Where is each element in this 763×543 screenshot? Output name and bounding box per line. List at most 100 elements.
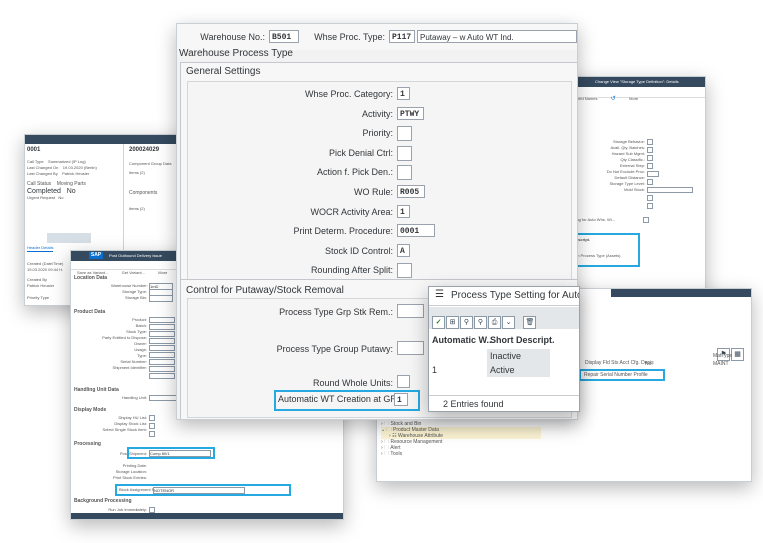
popup-table: Automatic W..Short Descript. Inactive 1 A… xyxy=(429,331,579,377)
storage-checkbox[interactable] xyxy=(647,179,653,185)
table-icon[interactable]: ▦ xyxy=(731,348,744,361)
general-field-label: Pick Denial Ctrl: xyxy=(328,147,393,158)
tree-item[interactable]: › 🗀 Tools xyxy=(381,451,541,457)
usage-input[interactable] xyxy=(149,352,175,358)
key-header: Warehouse No.: B501 Whse Proc. Type: P11… xyxy=(177,24,577,50)
control-title: Control for Putaway/Stock Removal xyxy=(186,285,344,296)
popup-toolbar: ✓ ⊞ ⚲ ⚲ ⎙ ⌄ 🗑 xyxy=(429,307,579,329)
storage-checkbox[interactable] xyxy=(647,203,653,209)
storage-checkbox[interactable] xyxy=(647,139,653,145)
general-field-input[interactable]: 1 xyxy=(397,204,410,218)
proc-type-field[interactable]: P117 xyxy=(389,30,415,43)
descr-item[interactable]: tion Process Type (Assets) xyxy=(573,253,621,259)
display-checkboxes xyxy=(149,415,155,437)
display-stock-checkbox[interactable] xyxy=(149,423,155,429)
party-input[interactable] xyxy=(149,338,175,344)
shipment-input[interactable] xyxy=(149,373,175,379)
menu-item-display-fld[interactable]: Display Fld Sts Acct Cfg. Decis xyxy=(585,360,654,366)
post-shipment-input[interactable]: Comp 80/1 xyxy=(149,450,211,457)
completed-value: No xyxy=(66,188,76,195)
page-title: Warehouse Process Type xyxy=(179,48,293,59)
storage-checkbox[interactable] xyxy=(647,147,653,153)
warehouse-field[interactable]: B501 xyxy=(269,30,299,43)
general-field-label: Activity: xyxy=(361,108,393,119)
tab-header-details[interactable]: Header Details xyxy=(27,245,54,252)
more-button[interactable]: More xyxy=(158,270,167,275)
automatic-wt-label: Automatic WT Creation at GR: xyxy=(278,394,400,404)
delete-icon[interactable]: 🗑 xyxy=(523,316,537,329)
general-field-input[interactable] xyxy=(397,263,412,279)
owner-input[interactable] xyxy=(149,345,175,351)
general-field-label: Print Determ. Procedure: xyxy=(293,226,393,237)
batch-input[interactable] xyxy=(149,324,175,330)
entries-found: 2 Entries found xyxy=(429,395,579,411)
add-icon[interactable]: ⊞ xyxy=(446,316,459,329)
search-more-icon[interactable]: ⚲ xyxy=(474,316,487,329)
general-field-input[interactable]: 1 xyxy=(397,87,410,100)
table-row[interactable]: Inactive xyxy=(429,349,579,363)
setting-checkbox[interactable] xyxy=(643,217,649,223)
field-hu-label: Handling Unit: xyxy=(121,395,147,400)
process-type-group-putaway-input[interactable] xyxy=(397,341,424,355)
field-storage-bin-label: Storage Bin: xyxy=(124,295,147,300)
storage-input[interactable] xyxy=(647,171,659,177)
block-assignment-input[interactable]: NOTENOR xyxy=(153,487,245,494)
popup-header: ☰ Process Type Setting for Autom xyxy=(429,287,579,306)
warehouse-label: Warehouse No.: xyxy=(200,32,265,42)
automatic-wt-highlight: Automatic WT Creation at GR: 1 xyxy=(274,390,420,411)
storage-labels: Storage Behavior: Avail. Qty. Batches: H… xyxy=(577,139,645,193)
print-icon[interactable]: ⎙ xyxy=(488,316,501,329)
product-inputs xyxy=(149,317,175,379)
menu-item-repair-serial[interactable]: Repair Serial Number Profile xyxy=(584,372,648,378)
stock-type-input[interactable] xyxy=(149,331,175,337)
general-field-label: Whse Proc. Category: xyxy=(304,89,393,99)
refresh-icon[interactable]: ↺ xyxy=(611,96,616,102)
section-background: Background Processing xyxy=(74,498,132,504)
confirm-icon[interactable]: ✓ xyxy=(432,316,445,329)
product-input[interactable] xyxy=(149,317,175,323)
field-names-button[interactable]: Field Names xyxy=(575,96,597,101)
post-shipment-highlight: Comp 80/1 xyxy=(127,447,215,459)
menu-icon[interactable]: ☰ xyxy=(435,289,444,300)
process-type-grp-stk-input[interactable] xyxy=(397,304,424,318)
general-field-label: Rounding After Split: xyxy=(310,265,393,276)
table-row[interactable]: 1 Active xyxy=(429,363,579,377)
storage-checkbox[interactable] xyxy=(647,195,653,201)
type-input[interactable] xyxy=(149,359,175,365)
general-field-input[interactable]: 0001 xyxy=(397,224,435,238)
row-key: 1 xyxy=(432,365,438,375)
storage-bin-input[interactable] xyxy=(149,295,173,302)
general-field-input[interactable] xyxy=(397,126,412,142)
general-field-label: Priority: xyxy=(362,128,393,139)
general-field-input[interactable]: R005 xyxy=(397,185,425,198)
dropdown-icon[interactable]: ⌄ xyxy=(502,316,515,329)
general-field-input[interactable] xyxy=(397,165,412,181)
serial-input[interactable] xyxy=(149,366,175,372)
round-whole-units-checkbox[interactable] xyxy=(397,375,410,388)
display-hu-checkbox[interactable] xyxy=(149,415,155,421)
field-print-stock-label: Print Stock Entries: xyxy=(112,475,147,480)
col-maint: MAINT xyxy=(713,361,729,367)
completed-label: Completed xyxy=(27,188,61,195)
storage-checkbox[interactable] xyxy=(647,155,653,161)
automatic-wt-field[interactable]: 1 xyxy=(394,393,408,406)
img-tree: › 🗀 Stock and Bin ⌄ 🗀 Product Master Dat… xyxy=(381,421,541,457)
search-icon[interactable]: ⚲ xyxy=(460,316,473,329)
row-desc: Inactive xyxy=(487,349,550,363)
window-title: Post Outbound Delivery Issue xyxy=(109,253,162,258)
select-single-checkbox[interactable] xyxy=(149,431,155,437)
general-field-input[interactable]: PTWY xyxy=(397,106,424,120)
field-shipment-label: Shipment Identifier: xyxy=(112,365,147,370)
hu-input[interactable] xyxy=(149,395,177,401)
default-distance-input[interactable] xyxy=(647,187,693,193)
get-variant-button[interactable]: Get Variant... xyxy=(122,270,145,275)
more-button[interactable]: More xyxy=(629,96,638,101)
general-field-input[interactable] xyxy=(397,145,412,161)
call-status-label: Call Status xyxy=(27,181,52,187)
storage-checkboxes xyxy=(647,139,693,209)
general-field-label: WOCR Activity Area: xyxy=(310,206,393,217)
storage-checkbox[interactable] xyxy=(647,163,653,169)
section-hu: Handling Unit Data xyxy=(74,387,119,393)
general-field-input[interactable]: A xyxy=(397,243,410,257)
general-settings-title: General Settings xyxy=(186,66,261,77)
